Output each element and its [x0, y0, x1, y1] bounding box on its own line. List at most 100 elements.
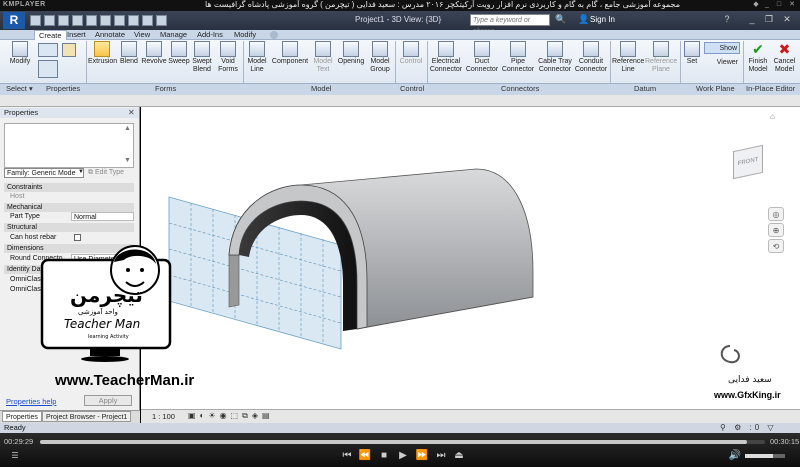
text-icon[interactable]	[114, 15, 125, 26]
redo-icon[interactable]	[72, 15, 83, 26]
part-type-field[interactable]: Normal	[71, 212, 134, 221]
playlist-icon[interactable]: ☰	[8, 449, 22, 463]
ribbon-toggle-icon[interactable]	[270, 31, 278, 39]
player-minimize-icon[interactable]: _	[763, 1, 771, 9]
conduit-connector-button[interactable]: Conduit Connector	[574, 41, 608, 81]
forward-icon[interactable]: ⏩	[415, 449, 429, 463]
pipe-connector-button[interactable]: Pipe Connector	[501, 41, 535, 81]
project-title: Project1 - 3D View: {3D}	[355, 15, 442, 24]
steering-wheel-icon[interactable]: ◎	[768, 207, 784, 221]
eject-icon[interactable]: ⏏	[452, 449, 466, 463]
sweep-button[interactable]: Sweep	[168, 41, 190, 81]
set-workplane-button[interactable]: Set	[682, 41, 702, 81]
tab-create[interactable]: Create	[34, 30, 67, 40]
void-forms-button[interactable]: Void Forms	[216, 41, 240, 81]
model-line-button[interactable]: Model Line	[245, 41, 269, 81]
teacherman-url: www.TeacherMan.ir	[55, 372, 195, 389]
user-icon[interactable]: 👤	[578, 14, 589, 25]
edit-type-button[interactable]: ⧉ Edit Type	[88, 168, 134, 178]
select-dropdown[interactable]: Select ▾	[6, 84, 33, 93]
control-button[interactable]: Control	[397, 41, 425, 81]
group-mechanical[interactable]: Mechanical	[4, 203, 134, 212]
stop-icon[interactable]: ■	[377, 449, 391, 463]
undo-icon[interactable]	[58, 15, 69, 26]
tab-project-browser[interactable]: Project Browser - Project1	[42, 411, 132, 422]
3d-view-icon[interactable]	[128, 15, 139, 26]
status-filter-icons[interactable]: ⚲ ⚙ :0 ▽	[720, 423, 800, 433]
previous-icon[interactable]: ⏮	[340, 449, 354, 463]
save-icon[interactable]	[44, 15, 55, 26]
cancel-model-button[interactable]: ✖ Cancel Model	[771, 41, 798, 81]
family-category-icon[interactable]	[38, 60, 58, 78]
volume-icon[interactable]: 🔊	[728, 449, 742, 463]
gfx-name-text: سعید فدایی	[728, 375, 772, 385]
duct-connector-button[interactable]: Duct Connector	[465, 41, 499, 81]
window-minimize-icon[interactable]: _	[745, 13, 759, 26]
view-control-icons[interactable]: ▣◐☀◉⬚⧉◈▤	[188, 411, 338, 421]
search-binoculars-icon[interactable]: 🔍	[555, 14, 566, 25]
play-icon[interactable]: ▶	[396, 449, 410, 463]
sweep-icon	[171, 41, 187, 57]
duct-connector-icon	[474, 41, 490, 57]
workplane-viewer-button[interactable]: Viewer	[704, 57, 740, 69]
tab-add-ins[interactable]: Add-Ins	[193, 30, 227, 40]
opening-button[interactable]: Opening	[336, 41, 366, 81]
window-restore-icon[interactable]: ❐	[762, 13, 776, 26]
apply-button[interactable]: Apply	[84, 395, 132, 406]
window-close-icon[interactable]: ✕	[780, 13, 794, 26]
teacher-tag-text: learning Activity	[88, 334, 129, 340]
print-icon[interactable]	[86, 15, 97, 26]
revolve-icon	[146, 41, 162, 57]
player-pin-icon[interactable]: ◆	[752, 1, 760, 9]
switch-windows-icon[interactable]	[156, 15, 167, 26]
extrusion-button[interactable]: Extrusion	[88, 41, 117, 81]
group-structural[interactable]: Structural	[4, 223, 134, 232]
component-button[interactable]: Component	[271, 41, 309, 81]
scroll-down-icon[interactable]: ▼	[124, 157, 131, 164]
properties-icon[interactable]	[38, 43, 58, 57]
blend-button[interactable]: Blend	[118, 41, 140, 81]
section-icon[interactable]	[142, 15, 153, 26]
revolve-button[interactable]: Revolve	[141, 41, 167, 81]
seek-bar-progress	[40, 440, 747, 444]
scroll-up-icon[interactable]: ▲	[124, 125, 131, 132]
gfxking-logo: سعید فدایی	[720, 345, 772, 385]
connectors-panel-title: Connectors	[501, 84, 540, 93]
tab-annotate[interactable]: Annotate	[91, 30, 129, 40]
sign-in-button[interactable]: Sign In	[590, 15, 615, 24]
tab-insert[interactable]: Insert	[63, 30, 90, 40]
tab-manage[interactable]: Manage	[156, 30, 191, 40]
revit-app-menu-icon[interactable]: R	[3, 12, 25, 29]
model-group-button[interactable]: Model Group	[368, 41, 392, 81]
properties-help-link[interactable]: Properties help	[6, 397, 56, 406]
next-icon[interactable]: ⏭	[434, 449, 448, 463]
rewind-icon[interactable]: ⏪	[358, 449, 372, 463]
family-selector[interactable]: Family: Generic Mode	[4, 168, 84, 178]
zoom-icon[interactable]: ⊕	[768, 223, 784, 237]
family-types-icon[interactable]	[62, 43, 76, 57]
orbit-icon[interactable]: ⟲	[768, 239, 784, 253]
reference-line-button[interactable]: Reference Line	[612, 41, 644, 81]
reference-plane-button[interactable]: Reference Plane	[645, 41, 677, 81]
cable-tray-connector-button[interactable]: Cable Tray Connector	[537, 41, 573, 81]
close-palette-icon[interactable]: ✕	[128, 108, 135, 117]
show-workplane-button[interactable]: Show	[704, 42, 740, 54]
help-search-input[interactable]: Type a keyword or phrase	[470, 14, 550, 35]
player-close-icon[interactable]: ✕	[788, 1, 796, 9]
electrical-connector-button[interactable]: Electrical Connector	[428, 41, 464, 81]
swept-blend-button[interactable]: Swept Blend	[191, 41, 213, 81]
tab-properties[interactable]: Properties	[2, 411, 42, 422]
modify-button[interactable]: Modify	[6, 41, 34, 81]
player-maximize-icon[interactable]: □	[775, 1, 783, 9]
type-selector-preview[interactable]	[4, 123, 134, 168]
help-icon[interactable]: ?	[720, 13, 734, 26]
measure-icon[interactable]	[100, 15, 111, 26]
finish-model-button[interactable]: ✔ Finish Model	[745, 41, 771, 81]
tab-view[interactable]: View	[130, 30, 154, 40]
group-constraints[interactable]: Constraints	[4, 183, 134, 192]
open-icon[interactable]	[30, 15, 41, 26]
tab-modify[interactable]: Modify	[230, 30, 260, 40]
home-view-icon[interactable]: ⌂	[770, 112, 775, 121]
view-scale[interactable]: 1 : 100	[152, 412, 175, 421]
model-text-button[interactable]: Model Text	[310, 41, 336, 81]
